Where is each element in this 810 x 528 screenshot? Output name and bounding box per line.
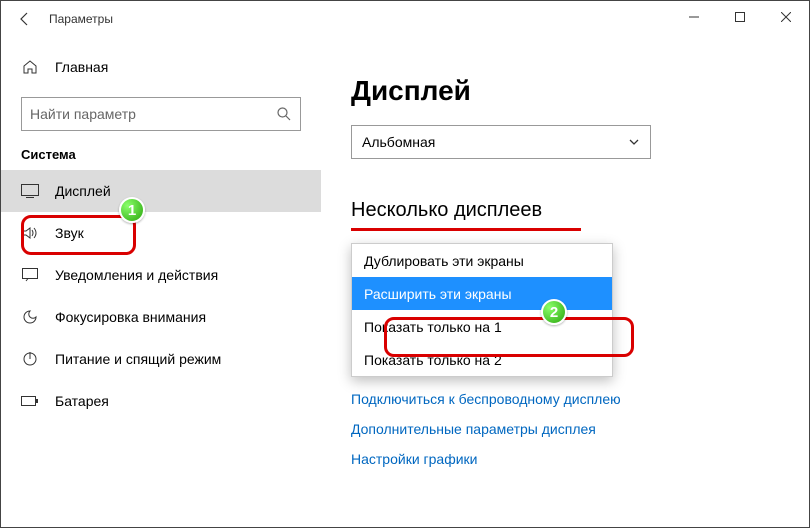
chevron-down-icon <box>628 136 640 148</box>
search-input[interactable] <box>30 106 276 122</box>
focus-icon <box>21 309 39 325</box>
annotation-badge-2: 2 <box>541 299 567 325</box>
sidebar-home[interactable]: Главная <box>1 47 321 87</box>
display-icon <box>21 184 39 198</box>
close-button[interactable] <box>763 1 809 33</box>
orientation-value: Альбомная <box>362 134 435 150</box>
page-title: Дисплей <box>351 75 779 107</box>
sidebar-item-label: Питание и спящий режим <box>55 351 221 367</box>
minimize-button[interactable] <box>671 1 717 33</box>
link-graphics[interactable]: Настройки графики <box>351 451 779 467</box>
sidebar-item-display[interactable]: Дисплей <box>1 170 321 212</box>
sidebar-item-label: Батарея <box>55 393 109 409</box>
close-icon <box>781 12 791 22</box>
link-advanced-display[interactable]: Дополнительные параметры дисплея <box>351 421 779 437</box>
notifications-icon <box>21 268 39 282</box>
back-button[interactable] <box>13 7 37 31</box>
sidebar-home-label: Главная <box>55 59 108 75</box>
annotation-underline <box>351 228 581 231</box>
sidebar-item-label: Фокусировка внимания <box>55 309 206 325</box>
dropdown-option-show1[interactable]: Показать только на 1 <box>352 310 612 343</box>
titlebar: Параметры <box>1 1 809 37</box>
annotation-badge-1: 1 <box>119 197 145 223</box>
search-box[interactable] <box>21 97 301 131</box>
sidebar-item-power[interactable]: Питание и спящий режим <box>1 338 321 380</box>
arrow-left-icon <box>17 11 33 27</box>
sidebar-item-battery[interactable]: Батарея <box>1 380 321 422</box>
main-content: Дисплей Альбомная Несколько дисплеев Дуб… <box>321 37 809 527</box>
home-icon <box>21 59 39 75</box>
sidebar-item-notifications[interactable]: Уведомления и действия <box>1 254 321 296</box>
sidebar-item-label: Уведомления и действия <box>55 267 218 283</box>
sidebar-item-focus[interactable]: Фокусировка внимания <box>1 296 321 338</box>
dropdown-option-duplicate[interactable]: Дублировать эти экраны <box>352 244 612 277</box>
maximize-button[interactable] <box>717 1 763 33</box>
maximize-icon <box>735 12 745 22</box>
search-icon <box>276 106 292 122</box>
sidebar-item-sound[interactable]: Звук <box>1 212 321 254</box>
sidebar-category: Система <box>1 147 321 170</box>
sound-icon <box>21 226 39 240</box>
minimize-icon <box>689 12 699 22</box>
dropdown-option-show2[interactable]: Показать только на 2 <box>352 343 612 376</box>
orientation-combobox[interactable]: Альбомная <box>351 125 651 159</box>
sidebar: Главная Система Дисплей Звук Уведомления… <box>1 37 321 527</box>
sidebar-item-label: Звук <box>55 225 84 241</box>
multi-display-dropdown[interactable]: Дублировать эти экраны Расширить эти экр… <box>351 243 613 377</box>
section-heading: Несколько дисплеев <box>351 199 779 222</box>
battery-icon <box>21 396 39 406</box>
window-title: Параметры <box>49 12 113 26</box>
power-icon <box>21 351 39 367</box>
link-wireless-display[interactable]: Подключиться к беспроводному дисплею <box>351 391 779 407</box>
sidebar-item-label: Дисплей <box>55 183 111 199</box>
dropdown-option-extend[interactable]: Расширить эти экраны <box>352 277 612 310</box>
